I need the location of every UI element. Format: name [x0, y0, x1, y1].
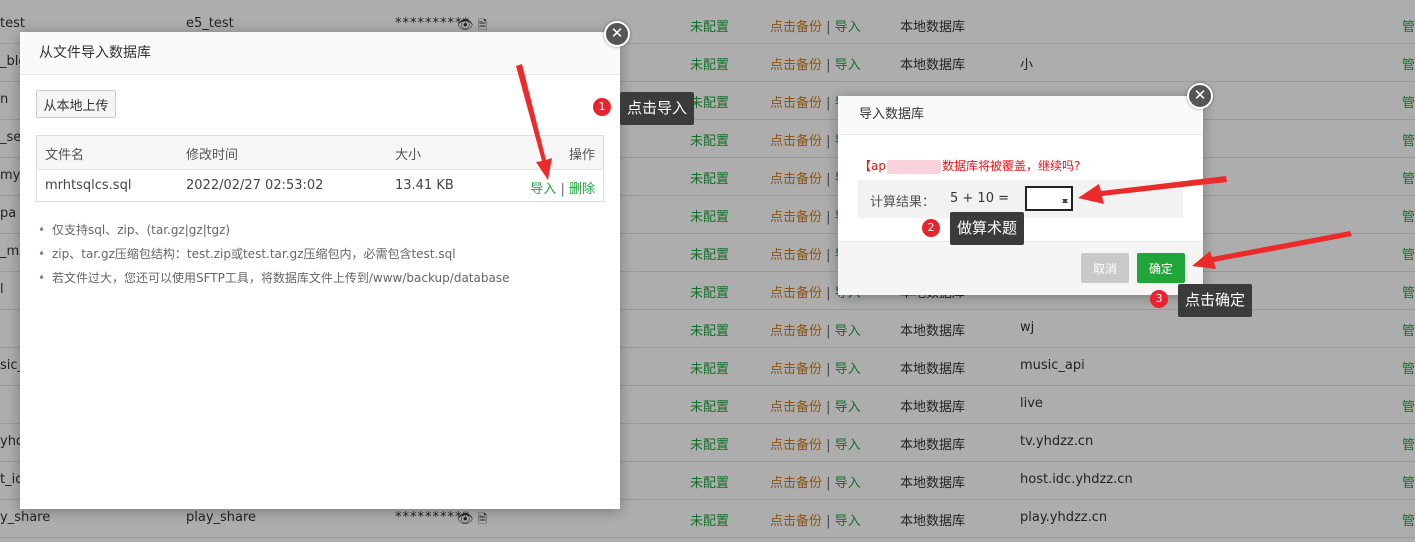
step-callout: 做算术题	[950, 212, 1025, 245]
arrow-to-confirm-icon	[1192, 231, 1352, 269]
step-callout: 点击确定	[1178, 284, 1253, 317]
arrow-to-import-icon	[516, 64, 552, 180]
step-badge: 3	[1150, 290, 1168, 308]
step-badge: 2	[922, 219, 940, 237]
step-callout: 点击导入	[620, 92, 695, 125]
annotation-arrows	[516, 64, 1352, 269]
arrow-to-input-icon	[1078, 176, 1227, 204]
step-badge: 1	[593, 98, 611, 116]
